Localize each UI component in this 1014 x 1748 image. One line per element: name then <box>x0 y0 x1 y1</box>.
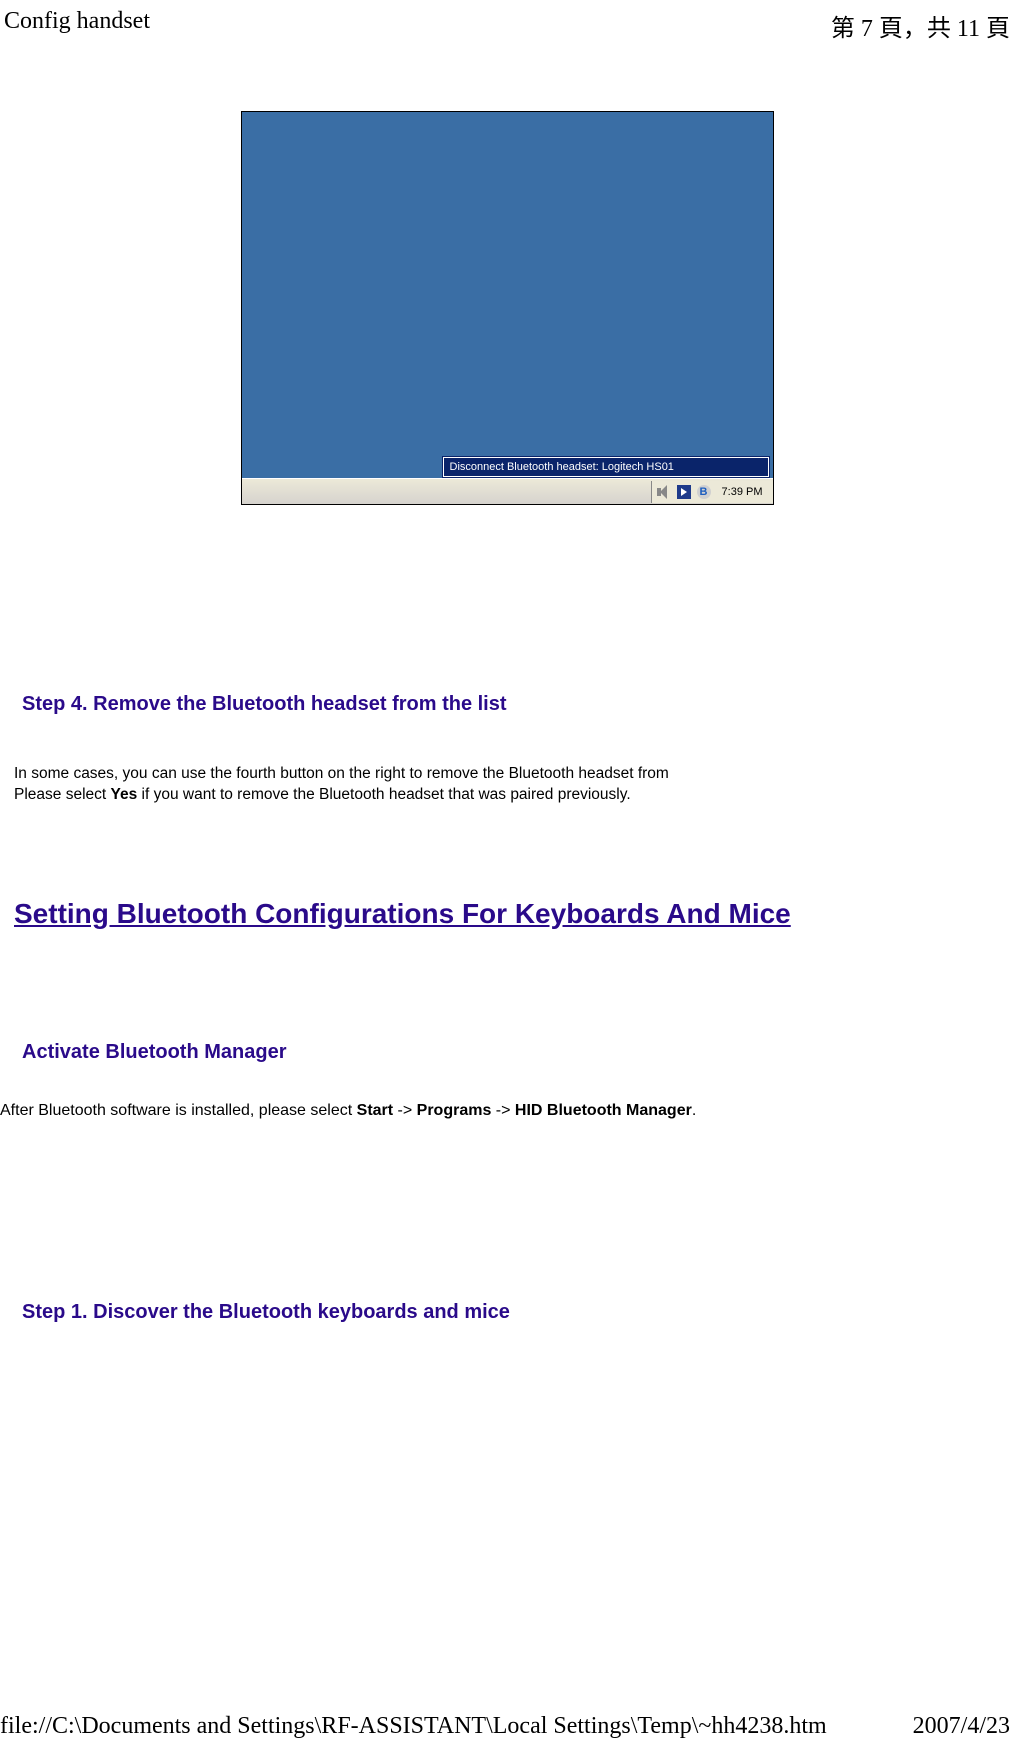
system-tray: B 7:39 PM <box>651 481 773 503</box>
page-indicator: 第 7 頁，共 11 頁 <box>831 8 1010 43</box>
activate-programs: Programs <box>417 1102 492 1119</box>
footer-path: file://C:\Documents and Settings\RF-ASSI… <box>0 1713 827 1740</box>
step4-line2-prefix: Please select <box>14 786 111 803</box>
bluetooth-icon: B <box>696 484 712 500</box>
step4-yes: Yes <box>111 786 138 803</box>
step1-heading: Step 1. Discover the Bluetooth keyboards… <box>22 1301 1014 1324</box>
embedded-screenshot: Disconnect Bluetooth headset: Logitech H… <box>241 111 774 505</box>
activate-body: After Bluetooth software is installed, p… <box>0 1100 1014 1122</box>
activate-start: Start <box>357 1102 393 1119</box>
footer-date: 2007/4/23 <box>913 1713 1010 1740</box>
main-heading: Setting Bluetooth Configurations For Key… <box>14 896 1014 931</box>
volume-icon <box>656 484 672 500</box>
activate-arrow2: -> <box>491 1102 515 1119</box>
media-play-icon <box>676 484 692 500</box>
page-title: Config handset <box>4 8 150 43</box>
tooltip-text: Disconnect Bluetooth headset: Logitech H… <box>443 457 769 477</box>
clock: 7:39 PM <box>716 486 769 498</box>
step4-body: In some cases, you can use the fourth bu… <box>14 764 1014 806</box>
activate-heading: Activate Bluetooth Manager <box>22 1041 1014 1064</box>
tooltip-bar: Disconnect Bluetooth headset: Logitech H… <box>442 456 770 478</box>
activate-prefix: After Bluetooth software is installed, p… <box>0 1102 357 1119</box>
taskbar: B 7:39 PM <box>242 478 773 504</box>
step4-line1: In some cases, you can use the fourth bu… <box>14 765 669 782</box>
activate-arrow1: -> <box>393 1102 417 1119</box>
step4-line2-suffix: if you want to remove the Bluetooth head… <box>137 786 630 803</box>
step4-heading: Step 4. Remove the Bluetooth headset fro… <box>22 693 1014 716</box>
activate-period: . <box>692 1102 696 1119</box>
activate-hid: HID Bluetooth Manager <box>515 1102 692 1119</box>
